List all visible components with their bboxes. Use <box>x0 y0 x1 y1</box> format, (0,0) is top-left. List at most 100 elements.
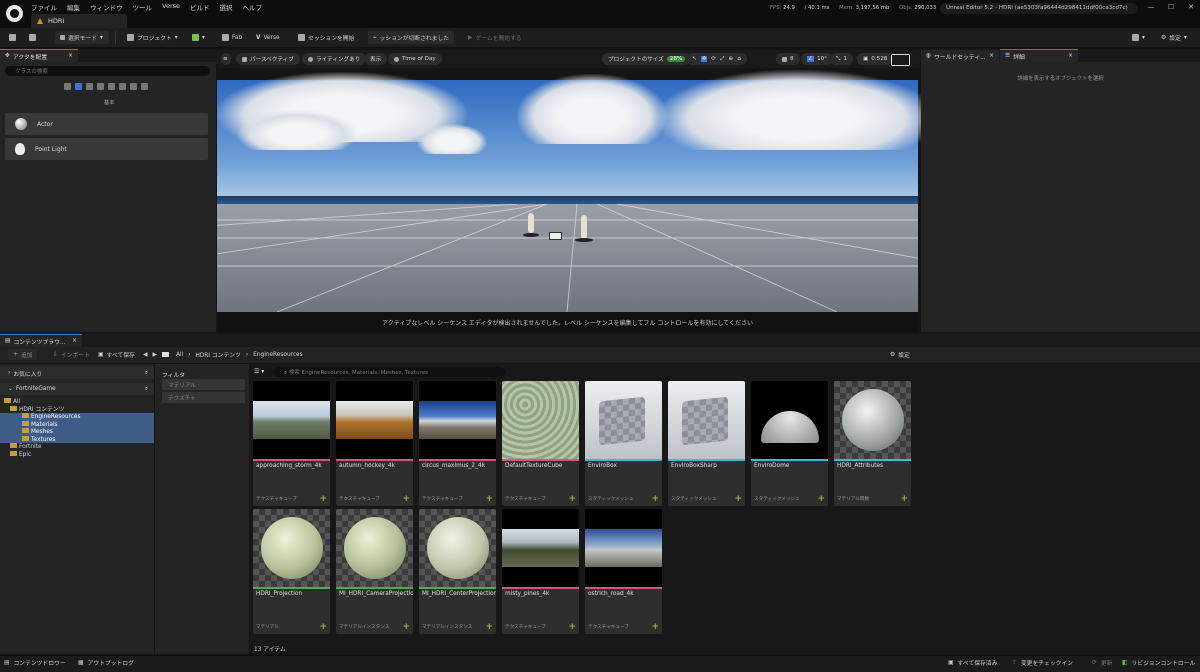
breadcrumb-all[interactable]: All <box>176 352 183 358</box>
add-to-level-icon[interactable]: + <box>734 495 742 504</box>
content-drawer-button[interactable]: ▤ コンテンツドロワー <box>4 658 66 668</box>
geometry-icon[interactable] <box>119 83 126 90</box>
add-to-level-icon[interactable]: + <box>568 495 576 504</box>
close-icon[interactable]: × <box>989 53 994 59</box>
class-search-input[interactable]: クラスの検索 <box>5 66 210 76</box>
asset-tile[interactable]: approaching_storm_4k テクスチャキューブ + <box>253 381 330 506</box>
menu-build[interactable]: ビルド <box>190 2 210 12</box>
local-space-icon[interactable]: ⊕ <box>729 56 734 62</box>
point-light-item[interactable]: Point Light <box>5 138 208 160</box>
recent-icon[interactable] <box>64 83 71 90</box>
tree-item[interactable]: Materials <box>0 420 154 428</box>
angle-snap-button[interactable]: ∠ 10° <box>801 53 833 65</box>
open-asset-button[interactable] <box>24 31 41 44</box>
breadcrumb-hdri[interactable]: HDRI コンテンツ <box>195 350 240 359</box>
perspective-button[interactable]: パースペクティブ <box>236 53 300 65</box>
camera-speed-button[interactable]: ▣ 0.528 <box>857 53 894 65</box>
asset-tile[interactable]: HDRI_Projection マテリアル + <box>253 509 330 634</box>
menu-edit[interactable]: 編集 <box>67 2 80 12</box>
asset-tile[interactable]: HDRI_Attributes マテリアル関数 + <box>834 381 911 506</box>
add-to-level-icon[interactable]: + <box>568 623 576 632</box>
maximize-button[interactable]: ☐ <box>1166 3 1176 13</box>
show-button[interactable]: 表示 <box>364 53 388 65</box>
add-to-level-icon[interactable]: + <box>319 623 327 632</box>
breadcrumb-engine-resources[interactable]: EngineResources <box>253 352 302 358</box>
tree-item[interactable]: Meshes <box>0 428 154 436</box>
project-dropdown[interactable]: プロジェクト ▾ <box>122 31 183 44</box>
filter-dropdown-button[interactable]: ☰ ▾ <box>254 368 264 375</box>
mode-dropdown[interactable]: 選択モード ▾ <box>55 31 109 44</box>
scale-tool-icon[interactable]: ⤢ <box>720 56 724 63</box>
verse-button[interactable]: V Verse <box>251 31 285 44</box>
time-of-day-button[interactable]: Time of Day <box>388 53 442 65</box>
visual-effects-icon[interactable] <box>108 83 115 90</box>
add-to-level-icon[interactable]: + <box>485 495 493 504</box>
basic-icon[interactable] <box>75 83 82 90</box>
tree-item[interactable]: Textures <box>0 435 154 443</box>
tree-item[interactable]: Epic <box>0 450 154 459</box>
add-to-level-icon[interactable]: + <box>651 495 659 504</box>
add-to-level-icon[interactable]: + <box>900 495 908 504</box>
saved-status[interactable]: ▣ すべて保存済み <box>948 658 997 668</box>
back-icon[interactable]: ◀ <box>143 352 147 358</box>
settings-button[interactable]: ⚙ 設定 ▾ <box>1156 31 1192 44</box>
cinematic-icon[interactable] <box>97 83 104 90</box>
output-log-button[interactable]: ▦ アウトプットログ <box>78 658 134 668</box>
asset-tile[interactable]: ostrich_road_4k テクスチャキューブ + <box>585 509 662 634</box>
tab-details[interactable]: ☰ 詳細 × <box>1000 49 1078 62</box>
content-browser-tab[interactable]: ▤ コンテンツブラウ... × <box>0 334 82 347</box>
save-all-button[interactable]: ▣ すべて保存 <box>93 349 140 360</box>
asset-tile[interactable]: circus_maximus_2_4k テクスチャキューブ + <box>419 381 496 506</box>
menu-verse[interactable]: Verse <box>162 2 180 12</box>
place-actors-tab[interactable]: ✥ アクタを配置 × <box>0 49 78 62</box>
asset-search-input[interactable]: ⌕ 検索 EngineResources, Materials, Meshes,… <box>274 367 505 377</box>
asset-tile[interactable]: EnviroBox スタティックメッシュ + <box>585 381 662 506</box>
minimize-button[interactable]: — <box>1146 3 1156 13</box>
close-icon[interactable]: × <box>68 53 73 59</box>
asset-tile[interactable]: MI_HDRI_CameraProjection マテリアルインスタンス + <box>336 509 413 634</box>
search-icon[interactable]: ⌕ <box>145 386 148 393</box>
fab-button[interactable]: Fab <box>217 31 247 44</box>
asset-tile[interactable]: MI_HDRI_CenterProjection マテリアルインスタンス + <box>419 509 496 634</box>
close-icon[interactable]: × <box>72 338 77 344</box>
asset-tile[interactable]: EnviroBoxSharp スタティックメッシュ + <box>668 381 745 506</box>
all-classes-icon[interactable] <box>141 83 148 90</box>
maximize-viewport-icon[interactable] <box>891 54 910 66</box>
close-button[interactable]: ✕ <box>1186 3 1196 13</box>
volumes-icon[interactable] <box>130 83 137 90</box>
asset-tile[interactable]: autumn_hockey_4k テクスチャキューブ + <box>336 381 413 506</box>
unreal-logo-icon[interactable] <box>6 5 23 22</box>
add-content-button[interactable]: ▾ <box>187 31 210 44</box>
add-to-level-icon[interactable]: + <box>402 495 410 504</box>
add-to-level-icon[interactable]: + <box>651 623 659 632</box>
tree-item[interactable]: HDRI コンテンツ <box>0 405 154 414</box>
close-icon[interactable]: × <box>1068 53 1073 59</box>
tree-item[interactable]: Fortnite <box>0 443 154 451</box>
camera-actor[interactable] <box>549 232 562 240</box>
mannequin-actor[interactable] <box>528 213 534 233</box>
add-to-level-icon[interactable]: + <box>319 495 327 504</box>
import-button[interactable]: ⇩ インポート <box>48 349 95 360</box>
scale-snap-button[interactable]: ⤡ 1 <box>830 53 854 65</box>
rotate-tool-icon[interactable]: ⟳ <box>711 56 716 62</box>
revision-control-button[interactable]: ◧ リビジョンコントロール <box>1122 658 1195 668</box>
lighting-button[interactable]: ライティングあり <box>302 53 367 65</box>
add-button[interactable]: + 追加 <box>8 349 38 360</box>
disconnected-status[interactable]: ⌁ ッションが切断されました <box>368 31 455 44</box>
filter-material[interactable]: マテリアル <box>162 379 245 390</box>
add-to-level-icon[interactable]: + <box>485 623 493 632</box>
surface-snap-icon[interactable]: ⌂ <box>737 56 741 62</box>
save-level-button[interactable] <box>4 31 21 44</box>
tab-world-settings[interactable]: ◍ ワールドセッティ... × <box>921 49 999 62</box>
tree-item[interactable]: EngineResources <box>0 413 154 421</box>
menu-help[interactable]: ヘルプ <box>243 2 263 12</box>
favorites-header[interactable]: › お気に入り ⌕ <box>0 367 154 379</box>
filter-texture[interactable]: テクスチャ <box>162 392 245 403</box>
move-tool-icon[interactable]: ✥ <box>700 56 708 62</box>
viewport-menu-button[interactable]: ≡ <box>221 53 231 65</box>
forward-icon[interactable]: ▶ <box>152 352 156 358</box>
users-button[interactable]: ▾ <box>1127 31 1150 44</box>
content-settings-button[interactable]: ⚙ 設定 <box>885 349 915 360</box>
level-tab[interactable]: HDRI <box>31 14 127 28</box>
mannequin-actor[interactable] <box>581 215 587 239</box>
